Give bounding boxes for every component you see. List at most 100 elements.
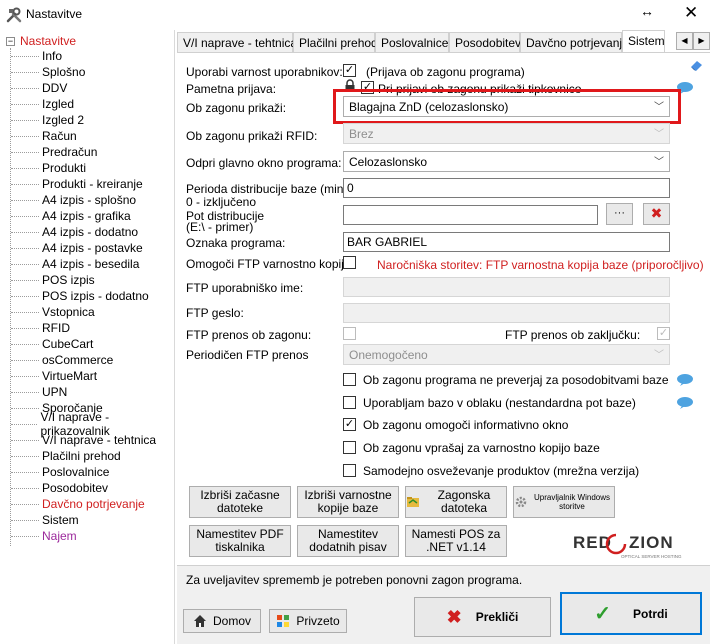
chevron-down-icon: ﹀ [654,157,664,168]
tree-item[interactable]: POS izpis - dodatno [11,288,149,304]
tree-item[interactable]: Račun [11,128,77,144]
tree-item[interactable]: Sistem [11,512,79,528]
tree-item[interactable]: Izgled 2 [11,112,84,128]
distribution-path-hint: (E:\ - primer) [186,220,254,234]
main-window-select[interactable]: Celozaslonsko ﹀ [343,151,670,172]
tree-item[interactable]: Info [11,48,62,64]
tree-root-label: Nastavitve [20,34,77,48]
ftp-user-input[interactable] [343,277,670,297]
check-icon: ✓ [594,603,612,625]
tree-item[interactable]: A4 izpis - dodatno [11,224,138,240]
ftp-pass-input[interactable] [343,303,670,323]
ftp-periodic-select[interactable]: Onemogočeno ﹀ [343,344,670,365]
tree-item[interactable]: Produkti - kreiranje [11,176,143,192]
tree-item[interactable]: UPN [11,384,67,400]
tab[interactable]: Sistem [622,30,665,52]
delete-temp-label: Izbriši začasne datoteke [200,488,280,515]
resize-icon[interactable]: ↔ [640,3,654,19]
tree-item[interactable]: Posodobitev [11,480,108,496]
tab[interactable]: Davčno potrjevanje [520,32,629,52]
delete-path-icon[interactable]: ✖ [643,203,670,225]
ftp-user-label: FTP uporabniško ime: [186,281,304,295]
startup-file-button[interactable]: Zagonska datoteka [405,486,507,518]
option5-checkbox[interactable] [343,464,356,477]
tree-item[interactable]: Produkti [11,160,86,176]
option2-checkbox[interactable] [343,396,356,409]
tree-item-label: VirtueMart [42,369,98,383]
tree-item[interactable]: Najem [11,528,77,544]
tree-item[interactable]: CubeCart [11,336,93,352]
ftp-backup-checkbox[interactable] [343,256,356,269]
cancel-button[interactable]: ✖ Prekliči [414,597,551,637]
close-icon[interactable]: ✕ [684,3,698,23]
collapse-icon[interactable]: − [6,36,15,46]
tree-item[interactable]: Predračun [11,144,97,160]
tree-item[interactable]: RFID [11,320,70,336]
tree-connector [11,455,39,457]
install-font-button[interactable]: Namestitev dodatnih pisav [297,525,399,557]
tree-item[interactable]: Poslovalnice [11,464,109,480]
win-service-button[interactable]: Upravljalnik Windows storitve [513,486,615,518]
svg-text:ZION: ZION [629,533,674,552]
delete-temp-button[interactable]: Izbriši začasne datoteke [189,486,291,518]
tree-item[interactable]: Plačilni prehod [11,448,121,464]
program-tag-input[interactable]: BAR GABRIEL [343,232,670,252]
tab[interactable]: V/I naprave - tehtnica [177,32,297,52]
option4-checkbox[interactable] [343,441,356,454]
option3-label: Ob zagonu omogoči informativno okno [363,418,569,432]
tree-item[interactable]: V/I naprave - prikazovalnik [11,410,174,438]
refresh-button[interactable]: Privzeto [269,609,347,633]
install-pos-button[interactable]: Namesti POS za .NET v1.14 [405,525,507,557]
tab[interactable]: Poslovalnice [375,32,449,52]
tab[interactable]: Plačilni prehod [293,32,378,52]
tree-item[interactable]: Izgled [11,96,74,112]
tab-next-icon[interactable]: ▶ [693,32,710,50]
tree-item[interactable]: DDV [11,80,67,96]
tree-item-label: Splošno [42,65,86,79]
tree-item[interactable]: A4 izpis - splošno [11,192,136,208]
tree-item[interactable]: Vstopnica [11,304,95,320]
distribution-period-input[interactable]: 0 [343,178,670,198]
tree-item[interactable]: A4 izpis - postavke [11,240,143,256]
browse-button[interactable]: ··· [606,203,633,225]
tree-item-label: Predračun [42,145,98,159]
tree-item[interactable]: A4 izpis - besedila [11,256,139,272]
ftp-on-start-checkbox[interactable] [343,327,356,340]
tree-connector [11,487,39,489]
tree-connector [11,103,39,105]
tab[interactable]: Posodobitev [449,32,521,52]
tree-item[interactable]: V/I naprave - tehtnica [11,432,156,448]
tab-prev-icon[interactable]: ◀ [676,32,693,50]
use-login-label: Uporabi varnost uporabnikov: [186,65,343,79]
tree-root[interactable]: − Nastavitve [6,34,76,48]
tree-item[interactable]: Splošno [11,64,85,80]
tree-item-label: Vstopnica [42,305,95,319]
cancel-icon: ✖ [446,606,462,627]
use-login-checkbox[interactable]: ✓ [343,64,356,77]
startup-rfid-select[interactable]: Brez ﹀ [343,123,670,144]
install-pdf-button[interactable]: Namestitev PDF tiskalnika [189,525,291,557]
eraser-icon[interactable] [688,57,704,73]
tree-item[interactable]: POS izpis [11,272,95,288]
tree-item-label: V/I naprave - tehtnica [42,433,157,447]
chevron-down-icon: ﹀ [654,350,664,361]
home-button[interactable]: Domov [183,609,261,633]
distribution-path-input[interactable] [343,205,598,225]
option1-checkbox[interactable] [343,373,356,386]
option4-label: Ob zagonu vprašaj za varnostno kopijo ba… [363,441,600,455]
delete-backups-label: Izbriši varnostne kopije baze [304,488,392,515]
info-bubble-icon[interactable] [676,373,694,387]
ftp-on-end-checkbox[interactable]: ✓ [657,327,670,340]
delete-backups-button[interactable]: Izbriši varnostne kopije baze [297,486,399,518]
info-bubble-icon[interactable] [676,396,694,410]
tree-item[interactable]: VirtueMart [11,368,97,384]
ftp-pass-label: FTP geslo: [186,306,244,320]
tree-item[interactable]: osCommerce [11,352,113,368]
tree-item[interactable]: Davčno potrjevanje [11,496,145,512]
option3-checkbox[interactable]: ✓ [343,418,356,431]
tree-item[interactable]: A4 izpis - grafika [11,208,131,224]
tree-connector [11,471,39,473]
program-tag-label: Oznaka programa: [186,236,286,250]
confirm-button[interactable]: ✓ Potrdi [560,592,702,635]
folder-icon [407,497,419,507]
